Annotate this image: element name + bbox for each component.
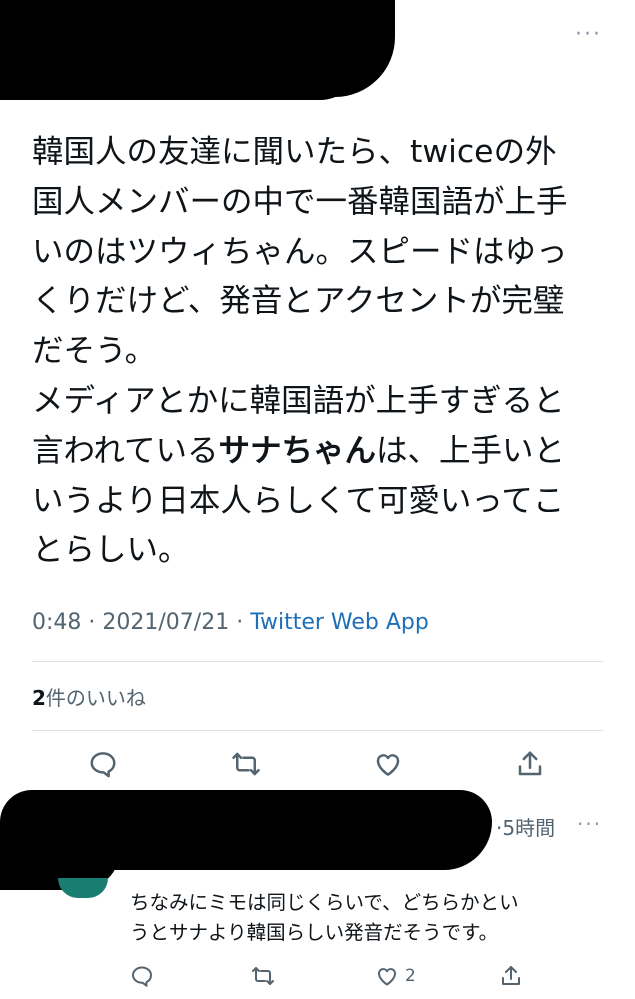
tweet-text-segment: 言われている xyxy=(32,432,219,469)
tweet-line: 韓国人の友達に聞いたら、twiceの外 xyxy=(32,134,557,170)
reply-reply-button[interactable] xyxy=(130,961,154,991)
reply-retweet-button[interactable] xyxy=(251,961,275,991)
more-options-icon[interactable]: ··· xyxy=(575,22,602,47)
reply-more-options-icon[interactable]: ··· xyxy=(577,812,602,836)
tweet-source-app[interactable]: Twitter Web App xyxy=(250,610,429,635)
tweet-time[interactable]: 0:48 xyxy=(32,610,81,635)
reply-button[interactable] xyxy=(83,744,123,784)
reply-text: ちなみにミモは同じくらいで、どちらかとい うとサナより韓国らしい発音だそうです。 xyxy=(130,891,519,944)
tweet-date[interactable]: 2021/07/21 xyxy=(102,610,229,635)
tweet-bold-text: サナちゃん xyxy=(218,432,376,469)
tweet-line: いのはツウィちゃん。スピードはゆっ xyxy=(32,233,568,270)
like-icon xyxy=(376,754,400,776)
reply-share-button[interactable] xyxy=(499,961,523,991)
tweet-line: 言われているサナちゃんは、上手いと xyxy=(32,427,602,477)
reply-icon xyxy=(132,966,152,987)
like-button[interactable] xyxy=(368,744,408,784)
tweet-text-segment: は、上手いと xyxy=(376,432,566,469)
likes-label: 件のいいね xyxy=(45,686,146,710)
divider xyxy=(32,661,603,662)
reply-like-button[interactable]: 2 xyxy=(375,961,416,991)
meta-separator: · xyxy=(229,610,251,635)
retweet-button[interactable] xyxy=(226,744,266,784)
tweet-line: 国人メンバーの中で一番韓国語が上手 xyxy=(32,183,568,220)
likes-count-link[interactable]: 2件のいいね xyxy=(32,682,146,711)
divider xyxy=(32,730,603,731)
reply-icon xyxy=(90,752,116,778)
tweet-text: 韓国人の友達に聞いたら、twiceの外 国人メンバーの中で一番韓国語が上手 いの… xyxy=(32,128,602,576)
meta-separator: · xyxy=(81,610,103,635)
share-icon xyxy=(502,966,520,985)
reply-avatar-fragment xyxy=(58,878,108,898)
tweet-line: くりだけど、発音とアクセントが完璧 xyxy=(32,283,565,320)
redacted-author-block-edge xyxy=(0,60,360,100)
tweet-meta: 0:48 · 2021/07/21 · Twitter Web App xyxy=(32,610,429,635)
tweet-line: いうより日本人らしくて可愛いってこ xyxy=(32,482,565,519)
tweet-line: だそう。 xyxy=(32,333,157,370)
retweet-icon xyxy=(232,752,260,776)
retweet-icon xyxy=(252,967,274,985)
likes-count: 2 xyxy=(32,686,46,710)
reply-timestamp[interactable]: ·5時間 xyxy=(496,812,555,841)
reply-like-count: 2 xyxy=(405,966,416,986)
like-icon xyxy=(378,968,396,986)
tweet-line: とらしい。 xyxy=(32,532,190,569)
tweet-line: メディアとかに韓国語が上手すぎると xyxy=(32,382,565,419)
share-icon xyxy=(518,751,542,776)
share-button[interactable] xyxy=(510,744,550,784)
